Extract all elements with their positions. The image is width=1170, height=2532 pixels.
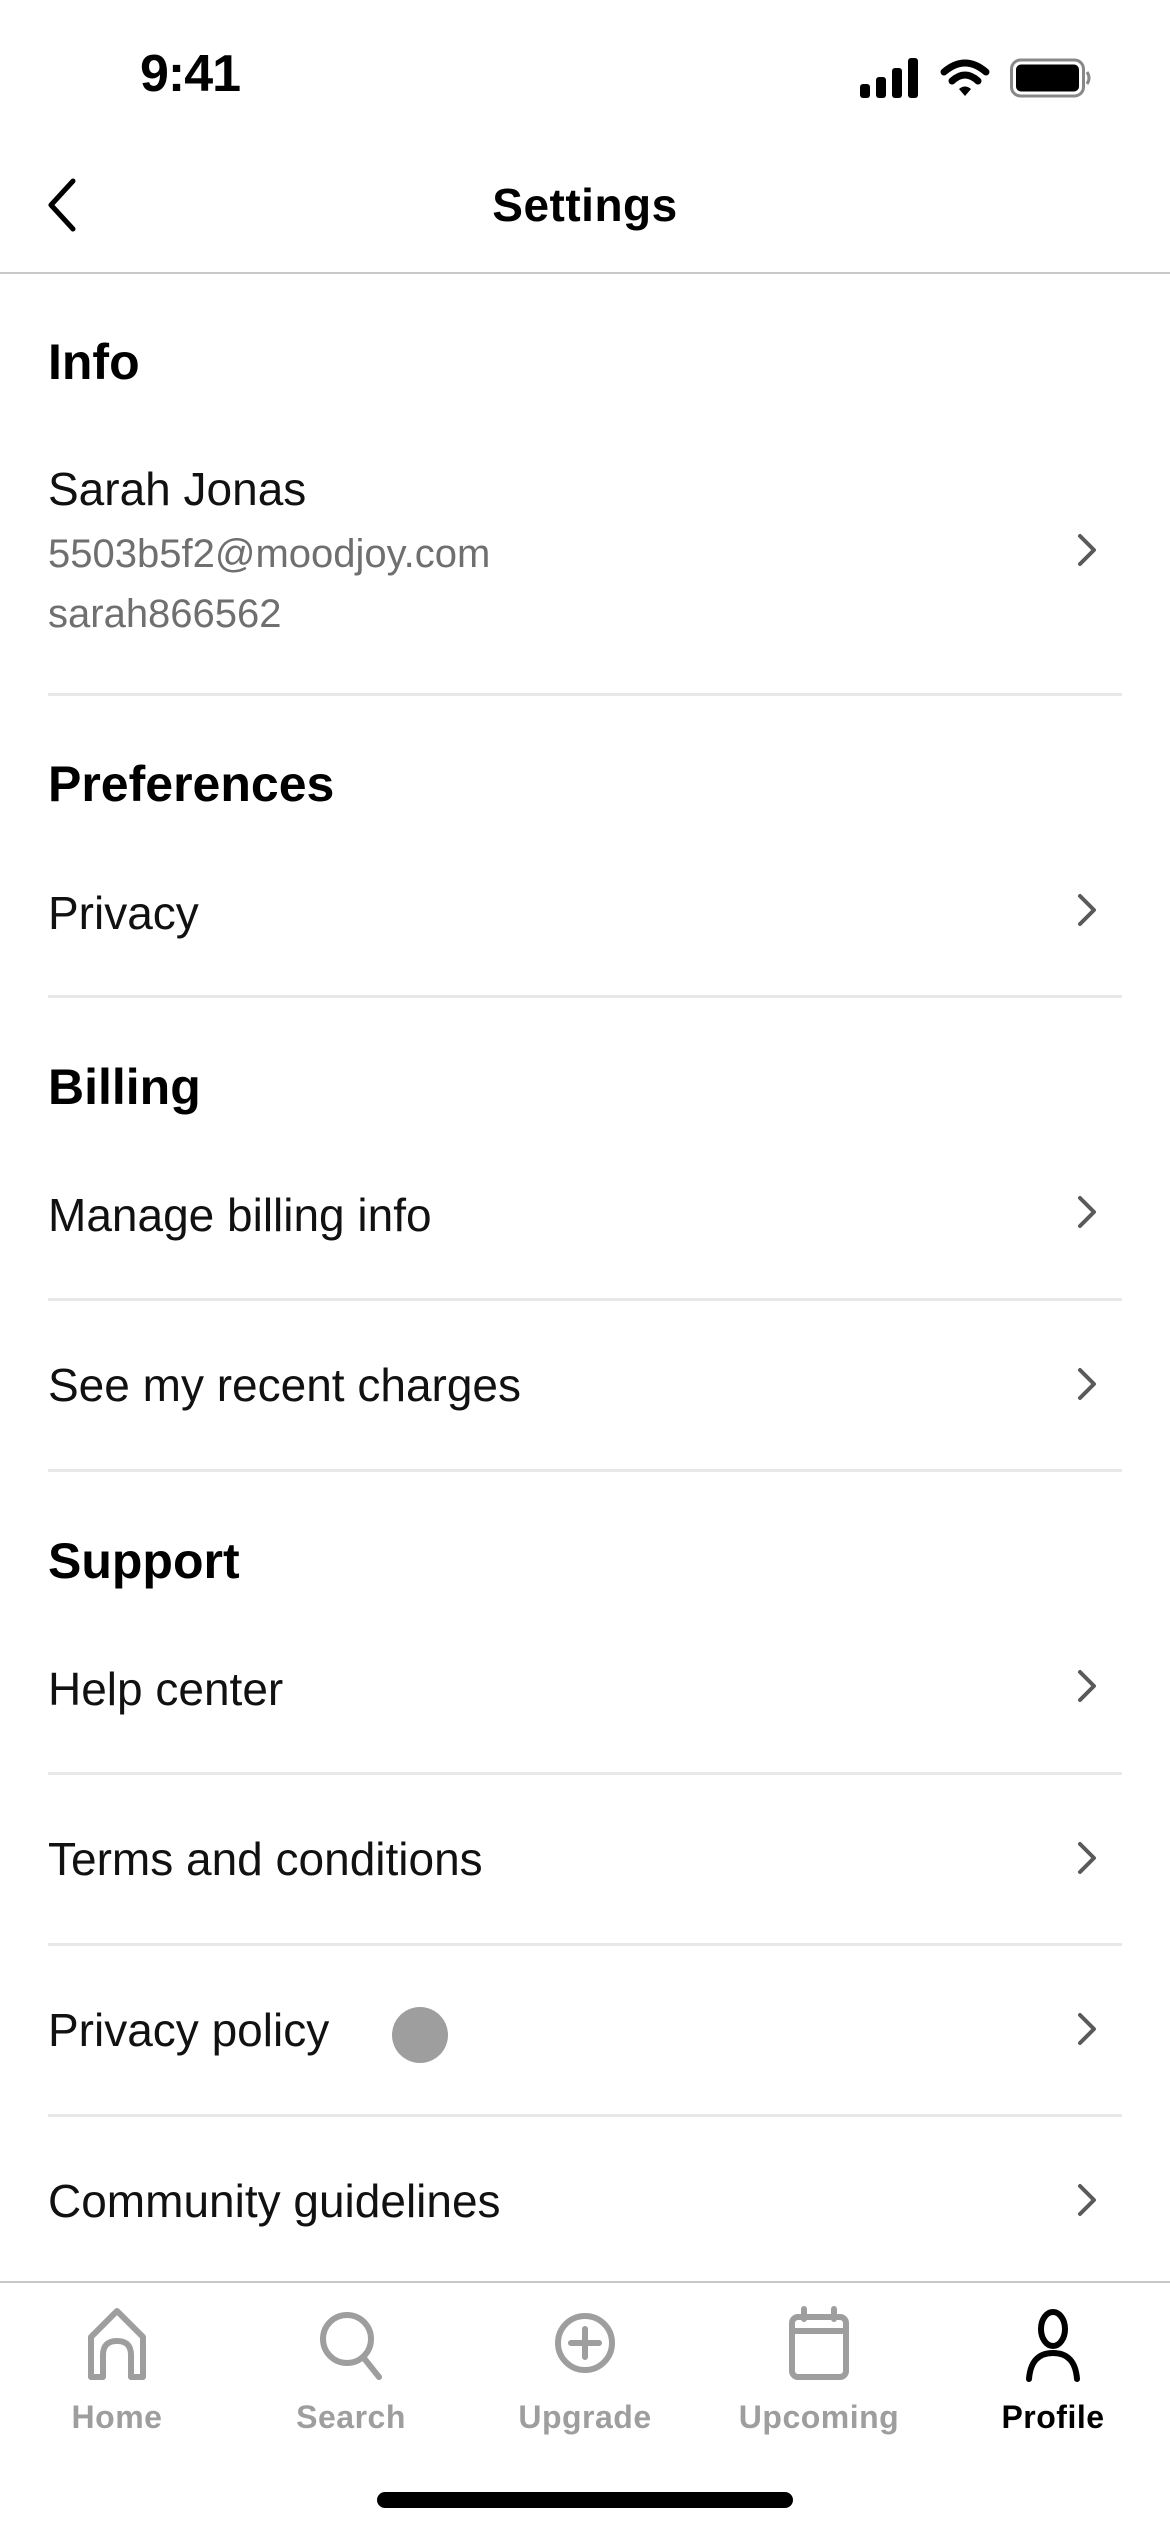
tab-profile[interactable]: Profile [936, 2295, 1170, 2445]
tab-bar-divider [0, 2281, 1170, 2283]
section-heading-preferences: Preferences [48, 756, 335, 812]
battery-icon [1010, 58, 1091, 98]
chevron-right-icon [1078, 1368, 1096, 1400]
section-heading-support: Support [48, 1533, 240, 1589]
calendar-icon [789, 2306, 849, 2380]
profile-info-row[interactable]: Sarah Jonas 5503b5f2@moodjoy.com sarah86… [0, 450, 1170, 685]
profile-name: Sarah Jonas [48, 463, 307, 515]
header-divider [0, 272, 1170, 274]
row-label: Manage billing info [48, 1189, 432, 1241]
row-label: Terms and conditions [48, 1833, 483, 1885]
tab-upgrade[interactable]: Upgrade [468, 2295, 702, 2445]
settings-row-privacy[interactable]: Privacy [0, 850, 1170, 990]
person-icon [1026, 2309, 1080, 2382]
chevron-right-icon [1078, 894, 1096, 926]
chevron-right-icon [1078, 1196, 1096, 1228]
row-label: Community guidelines [48, 2175, 501, 2227]
home-indicator [377, 2492, 793, 2508]
row-label: Help center [48, 1663, 284, 1715]
tab-search[interactable]: Search [234, 2295, 468, 2445]
chevron-right-icon [1078, 534, 1096, 566]
divider [48, 1943, 1122, 1946]
cellular-signal-icon [860, 58, 918, 98]
divider [48, 1298, 1122, 1301]
search-icon [320, 2312, 382, 2380]
divider [48, 995, 1122, 998]
home-icon [88, 2308, 146, 2380]
divider [48, 2114, 1122, 2117]
status-time: 9:41 [140, 45, 241, 103]
settings-row-terms[interactable]: Terms and conditions [0, 1776, 1170, 1942]
tab-label: Upcoming [738, 2399, 900, 2435]
chevron-right-icon [1078, 2013, 1096, 2045]
status-icons [860, 56, 1092, 100]
divider [48, 1469, 1122, 1472]
touch-indicator-dot [392, 2007, 448, 2063]
settings-row-privacy-policy[interactable]: Privacy policy [0, 1947, 1170, 2113]
tab-label: Profile [1001, 2399, 1105, 2435]
divider [48, 1772, 1122, 1775]
chevron-right-icon [1078, 1842, 1096, 1874]
page-title: Settings [492, 179, 678, 231]
tab-label: Upgrade [518, 2399, 652, 2435]
tab-label: Home [71, 2399, 163, 2435]
section-heading-billing: Billing [48, 1059, 201, 1115]
tab-home[interactable]: Home [0, 2295, 234, 2445]
profile-username: sarah866562 [48, 592, 282, 636]
settings-row-help-center[interactable]: Help center [0, 1626, 1170, 1766]
row-label: Privacy [48, 887, 199, 939]
row-label: See my recent charges [48, 1359, 522, 1411]
settings-row-community-guidelines[interactable]: Community guidelines [0, 2118, 1170, 2280]
tab-label: Search [296, 2399, 406, 2435]
chevron-right-icon [1078, 2184, 1096, 2216]
wifi-icon [940, 59, 990, 96]
settings-row-recent-charges[interactable]: See my recent charges [0, 1302, 1170, 1468]
divider [48, 693, 1122, 696]
chevron-right-icon [1078, 1670, 1096, 1702]
row-label: Privacy policy [48, 2004, 330, 2056]
settings-row-manage-billing[interactable]: Manage billing info [0, 1152, 1170, 1292]
plus-circle-icon [555, 2313, 615, 2373]
section-heading-info: Info [48, 334, 140, 390]
profile-email: 5503b5f2@moodjoy.com [48, 532, 491, 576]
tab-upcoming[interactable]: Upcoming [702, 2295, 936, 2445]
